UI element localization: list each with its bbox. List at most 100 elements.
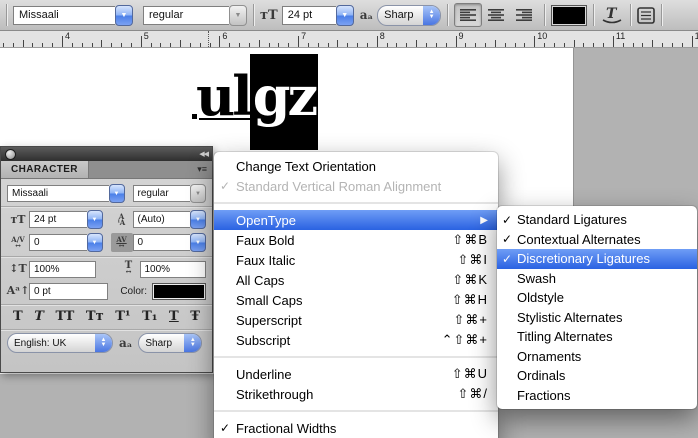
panel-horizontal-scale-value[interactable]: 100% xyxy=(140,261,207,278)
panel-font-style-value[interactable]: regular xyxy=(133,185,190,202)
panel-font-style-select[interactable]: regular ▼ xyxy=(133,184,206,203)
ruler-tick xyxy=(485,43,486,47)
toolbar-divider xyxy=(593,4,594,26)
ruler-number: 5 xyxy=(144,31,149,41)
panel-font-size-value[interactable]: 24 pt xyxy=(29,211,87,228)
context-menu-item-faux-italic[interactable]: Faux Italic ⇧⌘I xyxy=(214,250,498,270)
context-menu-item-subscript[interactable]: Subscript⌃⇧⌘+ xyxy=(214,330,498,350)
strikethrough-button[interactable]: Ŧ xyxy=(188,309,202,325)
chevron-down-icon[interactable]: ▼ xyxy=(190,233,206,252)
align-left-button[interactable] xyxy=(454,3,482,27)
panel-color-swatch[interactable] xyxy=(152,283,206,300)
horizontal-ruler[interactable]: 456789101112 xyxy=(0,31,698,48)
context-menu-item-strikethrough[interactable]: Strikethrough ⇧⌘/ xyxy=(214,384,498,404)
align-right-button[interactable] xyxy=(510,3,538,27)
underline-button[interactable]: T xyxy=(167,309,181,325)
context-menu-item-superscript[interactable]: Superscript⇧⌘+ xyxy=(214,310,498,330)
ruler-tick xyxy=(505,43,506,47)
panel-font-family-select[interactable]: Missaali ▼ xyxy=(7,184,125,203)
opentype-submenu-item-discretionary-ligatures[interactable]: ✓Discretionary Ligatures xyxy=(497,249,697,269)
collapse-panel-icon[interactable]: ◀◀ xyxy=(199,150,208,158)
small-caps-button[interactable]: Tᴛ xyxy=(84,309,106,325)
context-menu-item-opentype[interactable]: OpenType▶ xyxy=(214,210,498,230)
menu-item-shortcut: ⇧⌘I xyxy=(457,252,488,268)
font-size-value[interactable]: 24 pt xyxy=(282,6,336,25)
ruler-tick xyxy=(259,40,260,47)
opentype-submenu-item-oldstyle[interactable]: Oldstyle xyxy=(497,288,697,308)
superscript-button[interactable]: T¹ xyxy=(113,309,132,325)
context-menu-item-faux-bold[interactable]: Faux Bold⇧⌘B xyxy=(214,230,498,250)
close-icon[interactable] xyxy=(5,149,16,160)
context-menu-item-change-text-orientation[interactable]: Change Text Orientation xyxy=(214,156,498,176)
ruler-tick xyxy=(396,43,397,47)
kerning-icon: A∕V↔ xyxy=(7,237,29,249)
menu-item-shortcut: ⇧⌘/ xyxy=(457,386,488,402)
anti-alias-icon: aₐ xyxy=(360,8,373,22)
font-style-select[interactable]: regular ▼ xyxy=(143,6,247,25)
tab-character[interactable]: CHARACTER xyxy=(1,161,89,178)
ruler-tick xyxy=(23,40,24,47)
context-menu-item-fractional-widths[interactable]: ✓Fractional Widths xyxy=(214,418,498,438)
subscript-button[interactable]: T₁ xyxy=(140,309,159,325)
context-menu-item-underline[interactable]: Underline⇧⌘U xyxy=(214,364,498,384)
menu-item-shortcut: ⇧⌘+ xyxy=(454,312,488,328)
opentype-submenu-item-ornaments[interactable]: Ornaments xyxy=(497,347,697,367)
ruler-tick xyxy=(200,43,201,47)
font-size-select[interactable]: 24 pt ▼ xyxy=(282,6,354,25)
chevron-down-icon[interactable]: ▼ xyxy=(87,210,103,229)
anti-alias-popup[interactable]: Sharp ▲▼ xyxy=(377,5,441,26)
ruler-tick xyxy=(662,43,663,47)
ruler-tick xyxy=(121,43,122,47)
panel-kerning-value[interactable]: 0 xyxy=(29,234,87,251)
font-family-value[interactable]: Missaali xyxy=(13,6,115,25)
toolbar-divider xyxy=(661,4,662,26)
context-menu-item-all-caps[interactable]: All Caps⇧⌘K xyxy=(214,270,498,290)
opentype-submenu-item-stylistic-alternates[interactable]: Stylistic Alternates xyxy=(497,308,697,328)
font-style-value[interactable]: regular xyxy=(143,6,229,25)
menu-item-shortcut: ⇧⌘K xyxy=(452,272,488,288)
language-popup[interactable]: English: UK ▲▼ xyxy=(7,333,113,353)
menu-item-shortcut: ⌃⇧⌘+ xyxy=(442,332,488,348)
context-menu-item-small-caps[interactable]: Small Caps⇧⌘H xyxy=(214,290,498,310)
ruler-tick xyxy=(475,43,476,47)
ruler-tick xyxy=(426,43,427,47)
panel-anti-alias-popup[interactable]: Sharp ▲▼ xyxy=(138,333,202,353)
chevron-down-icon[interactable]: ▼ xyxy=(115,5,133,26)
opentype-submenu-item-titling-alternates[interactable]: Titling Alternates xyxy=(497,327,697,347)
leading-icon: AᴵA xyxy=(111,214,133,226)
align-center-icon xyxy=(488,9,504,21)
panel-baseline-shift-value[interactable]: 0 pt xyxy=(29,283,108,300)
warp-text-button[interactable]: T xyxy=(600,5,624,25)
menu-item-label: Stylistic Alternates xyxy=(517,310,623,325)
popup-arrows-icon: ▲▼ xyxy=(95,334,112,352)
panel-leading-value[interactable]: (Auto) xyxy=(133,211,191,228)
all-caps-button[interactable]: TT xyxy=(53,309,76,325)
opentype-submenu-item-fractions[interactable]: Fractions xyxy=(497,386,697,406)
chevron-down-icon[interactable]: ▼ xyxy=(109,184,125,203)
toggle-panels-button[interactable] xyxy=(637,7,655,24)
opentype-submenu-item-ordinals[interactable]: Ordinals xyxy=(497,366,697,386)
font-family-select[interactable]: Missaali ▼ xyxy=(13,6,133,25)
chevron-down-icon[interactable]: ▼ xyxy=(87,233,103,252)
panel-menu-icon[interactable]: ▾≡ xyxy=(197,164,207,175)
panel-tracking-value[interactable]: 0 xyxy=(133,234,191,251)
options-bar: Missaali ▼ regular ▼ ᴛT 24 pt ▼ aₐ Sharp… xyxy=(0,0,698,31)
context-menu-separator xyxy=(214,356,498,358)
faux-bold-button[interactable]: T xyxy=(11,309,25,325)
menu-item-label: Fractions xyxy=(517,388,570,403)
opentype-submenu-item-contextual-alternates[interactable]: ✓Contextual Alternates xyxy=(497,230,697,250)
menu-item-label: OpenType xyxy=(236,213,296,228)
menu-item-label: Strikethrough xyxy=(236,387,313,402)
menu-item-label: Faux Italic xyxy=(236,253,295,268)
chevron-down-icon[interactable]: ▼ xyxy=(336,5,354,26)
chevron-down-icon[interactable]: ▼ xyxy=(190,210,206,229)
text-layer[interactable]: ulgz xyxy=(196,54,318,150)
faux-italic-button[interactable]: T xyxy=(32,309,46,325)
ruler-tick xyxy=(239,43,240,47)
opentype-submenu-item-swash[interactable]: Swash xyxy=(497,269,697,289)
panel-vertical-scale-value[interactable]: 100% xyxy=(29,261,96,278)
panel-font-family-value[interactable]: Missaali xyxy=(7,185,109,202)
align-center-button[interactable] xyxy=(482,3,510,27)
opentype-submenu-item-standard-ligatures[interactable]: ✓Standard Ligatures xyxy=(497,210,697,230)
text-color-swatch[interactable] xyxy=(551,5,587,26)
